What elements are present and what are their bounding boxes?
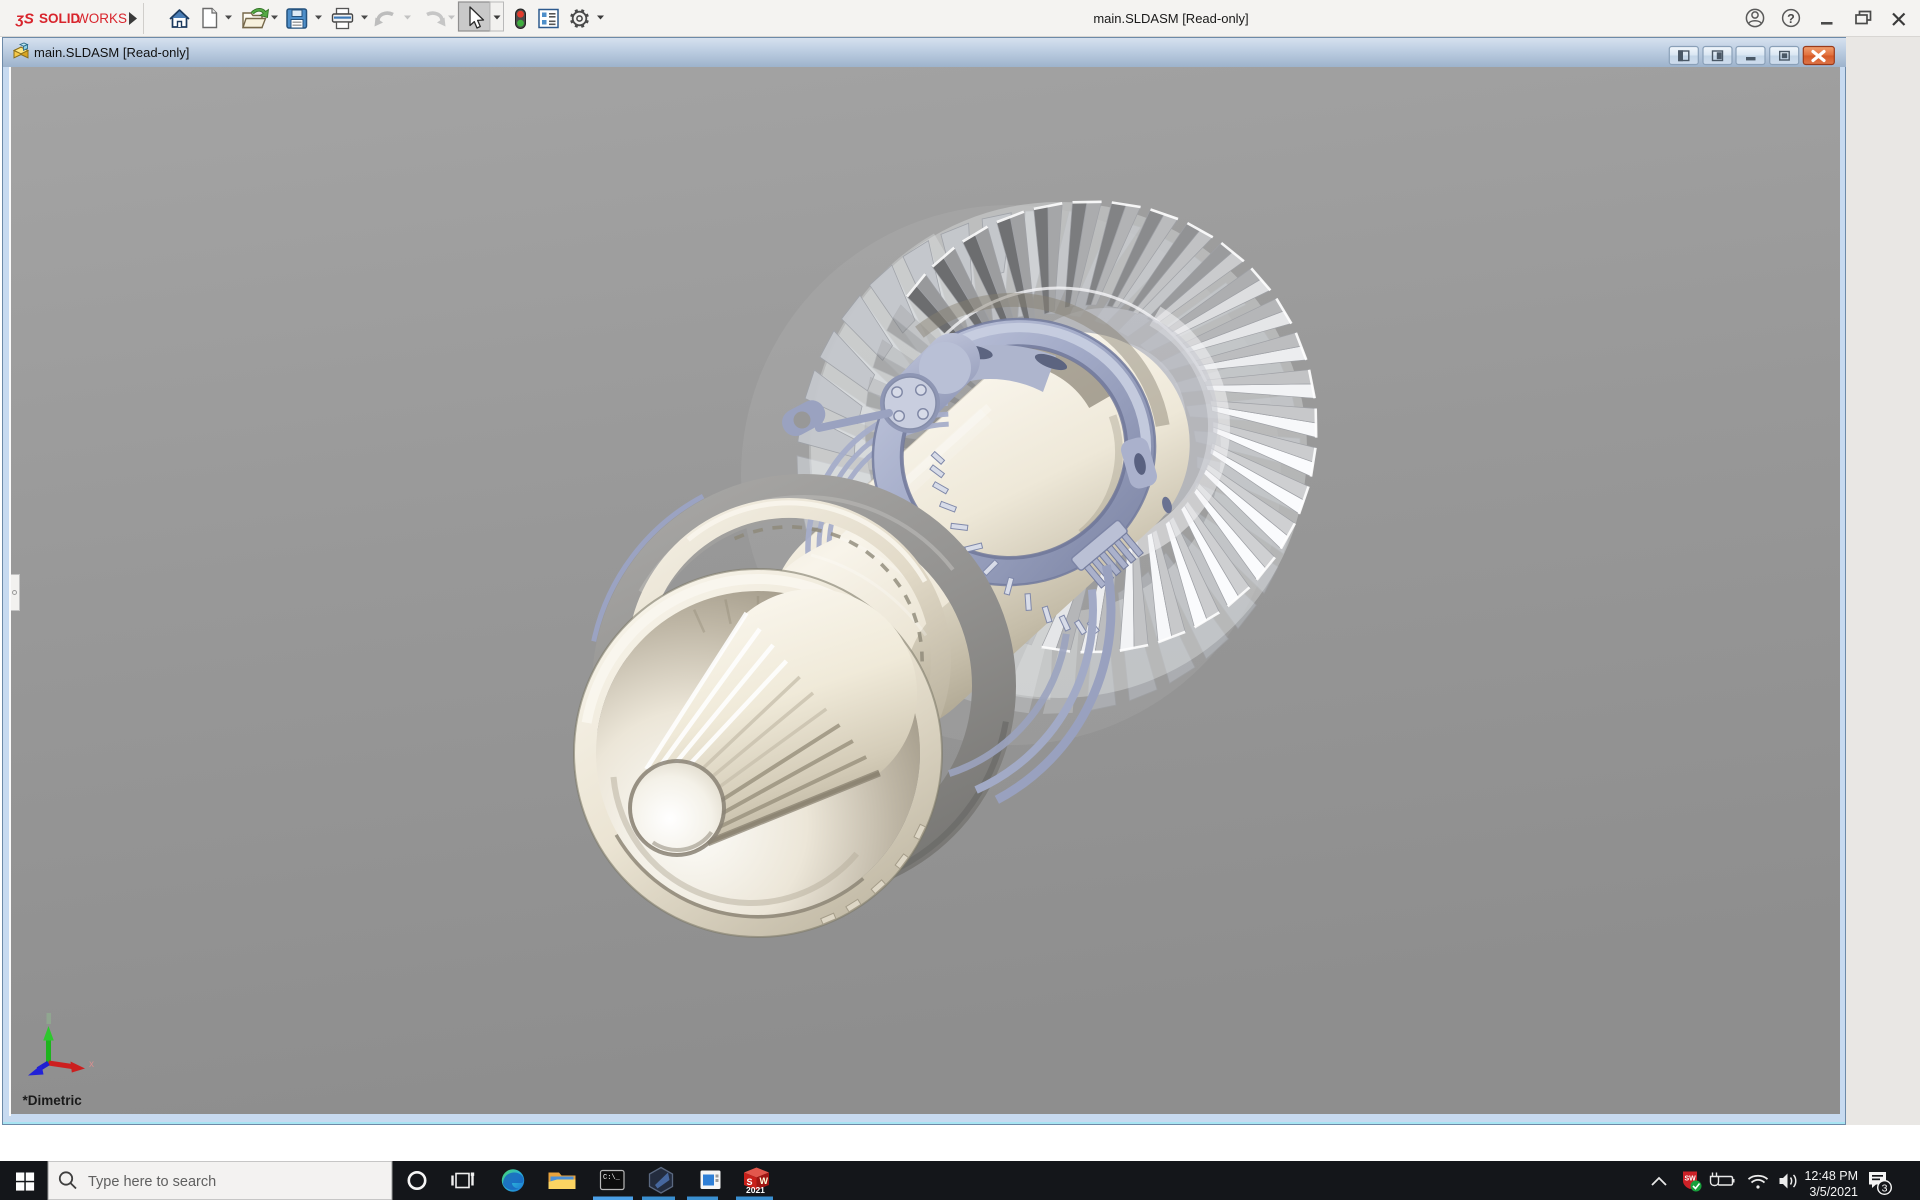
svg-text:3: 3: [1882, 1183, 1888, 1195]
svg-text:ʒS: ʒS: [15, 11, 34, 28]
svg-text:x: x: [89, 1059, 94, 1070]
svg-text:12:48 PM: 12:48 PM: [1804, 1169, 1858, 1183]
svg-text:Type here to search: Type here to search: [88, 1174, 216, 1190]
svg-text:main.SLDASM [Read-only]: main.SLDASM [Read-only]: [1093, 11, 1248, 26]
svg-text:2021: 2021: [746, 1185, 765, 1195]
svg-text:C:\_: C:\_: [603, 1174, 621, 1182]
svg-text:SOLID: SOLID: [39, 11, 81, 26]
svg-text:WORKS: WORKS: [76, 11, 127, 26]
svg-text:3/5/2021: 3/5/2021: [1809, 1185, 1858, 1199]
svg-text:main.SLDASM [Read-only]: main.SLDASM [Read-only]: [34, 45, 189, 60]
svg-text:?: ?: [1787, 12, 1795, 26]
